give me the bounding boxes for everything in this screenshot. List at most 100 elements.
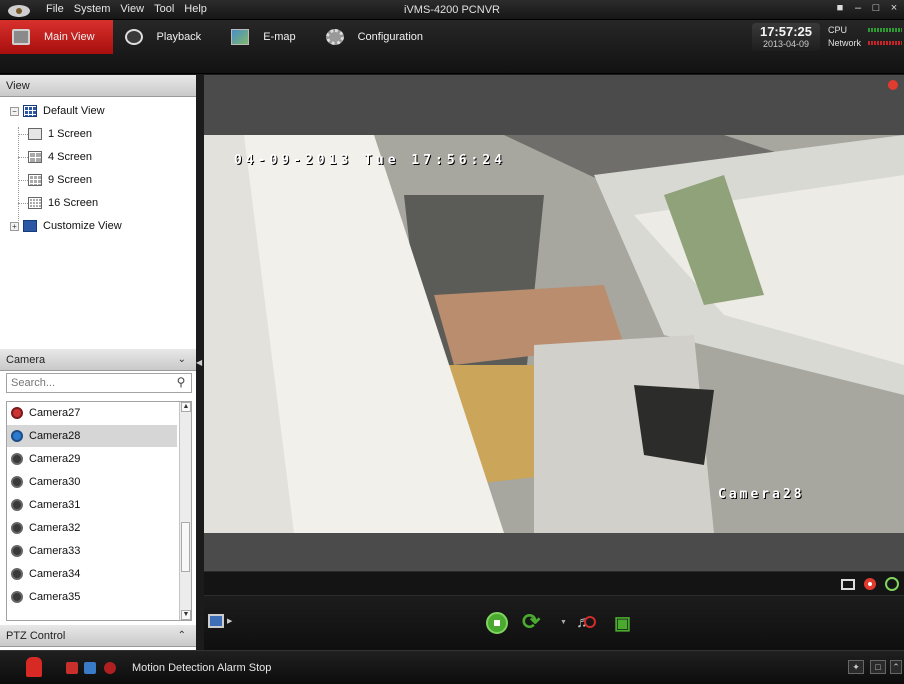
live-video-feed[interactable]: 04-09-2013 Tue 17:56:24 Camera28 [204, 135, 904, 533]
camera-item-30[interactable]: Camera30 [7, 471, 177, 493]
pin-icon[interactable]: ✦ [848, 660, 864, 674]
tree-connector [18, 157, 28, 158]
stop-all-button[interactable] [486, 612, 508, 634]
emap-icon [231, 29, 250, 45]
tree-label: 1 Screen [48, 128, 93, 140]
view-panel-title: View [6, 79, 30, 92]
ptz-panel-title: PTZ Control [6, 629, 66, 642]
module-tabs: Main View Playback E-map Configuration [0, 20, 441, 54]
camera-alarm-icon[interactable] [104, 662, 116, 674]
video-display[interactable]: 04-09-2013 Tue 17:56:24 Camera28 [204, 75, 904, 595]
cpu-meter [868, 27, 902, 32]
close-icon[interactable]: × [888, 2, 900, 14]
network-label: Network [828, 37, 862, 48]
camera-panel: Camera ⌄ [0, 349, 196, 371]
camera-panel-header[interactable]: Camera ⌄ [0, 349, 196, 371]
camera-icon [11, 522, 23, 534]
view-panel-header[interactable]: View [0, 75, 196, 97]
panel-collapse-icon[interactable]: ◀ [196, 358, 204, 368]
alarm-indicator-icon[interactable] [888, 80, 898, 90]
maximize-icon[interactable]: □ [870, 2, 882, 14]
search-icon[interactable]: ⚲ [173, 375, 189, 391]
layout-icon [208, 614, 224, 628]
camera-search: ⚲ [6, 373, 192, 393]
live-status-icon[interactable] [884, 576, 900, 592]
scroll-thumb[interactable] [181, 522, 190, 572]
playback-icon [124, 29, 143, 45]
tab-main-view[interactable]: Main View [0, 20, 113, 54]
camera-label: Camera32 [29, 522, 81, 534]
camera-item-31[interactable]: Camera31 [7, 494, 177, 516]
capture-icon[interactable] [840, 576, 856, 592]
camera-item-34[interactable]: Camera34 [7, 563, 177, 585]
camera-list-scrollbar[interactable]: ▲ ▼ [179, 402, 191, 620]
tree-connector [18, 180, 28, 181]
tree-line [18, 127, 19, 227]
mute-icon [584, 616, 596, 628]
event-icon[interactable] [84, 662, 96, 674]
screen-4-icon [28, 151, 42, 163]
screen-16-icon [28, 197, 42, 209]
camera-item-33[interactable]: Camera33 [7, 540, 177, 562]
network-meter [868, 40, 902, 45]
scroll-down-icon[interactable]: ▼ [181, 610, 191, 620]
view-tree: − Default View 1 Screen 4 Screen 9 Scree… [0, 97, 196, 347]
camera-label: Camera31 [29, 499, 81, 511]
tree-item-16-screen[interactable]: 16 Screen [18, 193, 99, 213]
collapse-icon[interactable]: − [10, 106, 19, 116]
refresh-dropdown-icon[interactable]: ▼ [560, 619, 567, 626]
chevron-down-icon[interactable]: ⌄ [178, 354, 186, 365]
camera-item-29[interactable]: Camera29 [7, 448, 177, 470]
tree-connector [18, 203, 28, 204]
window-layout-button[interactable]: ▶ [208, 612, 232, 632]
camera-item-35[interactable]: Camera35 [7, 586, 177, 608]
tab-e-map[interactable]: E-map [219, 20, 313, 54]
minimize-icon[interactable]: – [852, 2, 864, 14]
camera-icon [11, 591, 23, 603]
camera-label: Camera35 [29, 591, 81, 603]
tree-label: Customize View [43, 220, 122, 232]
search-input[interactable] [7, 374, 167, 392]
camera-label: Camera28 [29, 430, 81, 442]
left-panel: View − Default View 1 Screen 4 Screen 9 … [0, 75, 196, 650]
camera-item-28[interactable]: Camera28 [7, 425, 177, 447]
refresh-icon[interactable]: ⟳ [522, 611, 544, 634]
scroll-up-icon[interactable]: ▲ [181, 402, 191, 412]
osd-camera-name: Camera28 [718, 487, 805, 502]
tree-item-9-screen[interactable]: 9 Screen [18, 170, 92, 190]
title-bar: File System View Tool Help iVMS-4200 PCN… [0, 0, 904, 20]
gear-icon [325, 29, 344, 45]
resource-meters: CPU Network [828, 23, 904, 51]
tree-label: 16 Screen [48, 197, 99, 209]
camera-icon [11, 568, 23, 580]
tree-item-default-view[interactable]: − Default View [10, 101, 105, 121]
video-frame [204, 135, 904, 533]
camera-item-32[interactable]: Camera32 [7, 517, 177, 539]
tab-playback[interactable]: Playback [113, 20, 220, 54]
camera-icon [11, 407, 23, 419]
camera-item-27[interactable]: Camera27 [7, 402, 177, 424]
alarm-icon[interactable] [66, 662, 78, 674]
lock-icon[interactable]: ■ [834, 2, 846, 14]
expand-icon[interactable]: + [10, 221, 19, 231]
video-window-bar [204, 571, 904, 595]
camera-label: Camera34 [29, 568, 81, 580]
tree-item-1-screen[interactable]: 1 Screen [18, 124, 93, 144]
chevron-up-icon[interactable]: ⌃ [178, 630, 186, 641]
restore-icon[interactable]: □ [870, 660, 886, 674]
tree-label: 4 Screen [48, 151, 93, 163]
view-grid-icon [23, 105, 37, 117]
tree-item-4-screen[interactable]: 4 Screen [18, 147, 93, 167]
system-clock: 17:57:25 2013-04-09 [752, 23, 820, 51]
tab-configuration[interactable]: Configuration [314, 20, 441, 54]
clock-date: 2013-04-09 [762, 39, 810, 49]
expand-up-icon[interactable]: ⌃ [890, 660, 902, 674]
ptz-panel: PTZ Control ⌃ [0, 625, 196, 647]
fullscreen-button[interactable]: ▣ [614, 612, 636, 634]
camera-label: Camera27 [29, 407, 81, 419]
alarm-light-icon[interactable] [26, 657, 42, 677]
mute-button[interactable]: ♬ [576, 612, 598, 634]
ptz-panel-header[interactable]: PTZ Control ⌃ [0, 625, 196, 647]
record-icon[interactable] [862, 576, 878, 592]
tree-item-customize-view[interactable]: + Customize View [10, 216, 122, 236]
